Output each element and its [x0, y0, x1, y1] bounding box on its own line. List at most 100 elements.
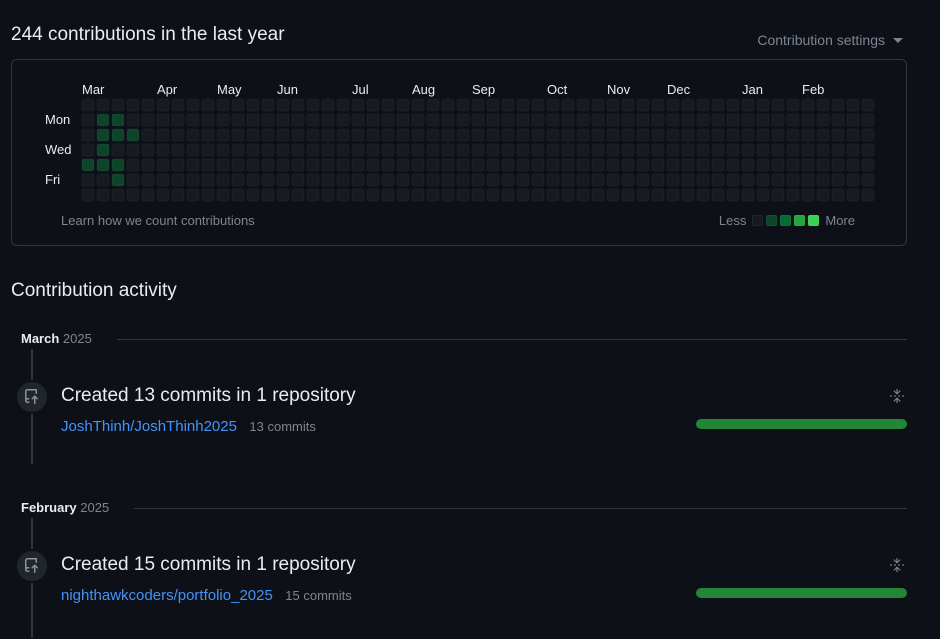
contribution-day[interactable]: [681, 98, 695, 112]
contribution-day[interactable]: [171, 98, 185, 112]
contribution-day[interactable]: [216, 143, 230, 157]
contribution-day[interactable]: [666, 143, 680, 157]
contribution-day[interactable]: [336, 98, 350, 112]
contribution-day[interactable]: [441, 113, 455, 127]
contribution-day[interactable]: [711, 98, 725, 112]
contribution-day[interactable]: [681, 128, 695, 142]
contribution-day[interactable]: [786, 128, 800, 142]
contribution-day[interactable]: [756, 128, 770, 142]
contribution-day[interactable]: [96, 143, 110, 157]
contribution-day[interactable]: [336, 158, 350, 172]
contribution-day[interactable]: [636, 143, 650, 157]
contribution-day[interactable]: [366, 128, 380, 142]
contribution-day[interactable]: [831, 98, 845, 112]
contribution-day[interactable]: [531, 128, 545, 142]
contribution-day[interactable]: [96, 158, 110, 172]
contribution-day[interactable]: [201, 188, 215, 202]
contribution-day[interactable]: [126, 143, 140, 157]
contribution-day[interactable]: [546, 143, 560, 157]
contribution-day[interactable]: [561, 98, 575, 112]
contribution-day[interactable]: [801, 143, 815, 157]
contribution-day[interactable]: [246, 128, 260, 142]
contribution-day[interactable]: [111, 98, 125, 112]
contribution-day[interactable]: [651, 143, 665, 157]
contribution-day[interactable]: [501, 98, 515, 112]
contribution-day[interactable]: [486, 173, 500, 187]
contribution-day[interactable]: [336, 113, 350, 127]
contribution-day[interactable]: [321, 143, 335, 157]
contribution-day[interactable]: [126, 98, 140, 112]
contribution-day[interactable]: [81, 188, 95, 202]
contribution-day[interactable]: [456, 143, 470, 157]
contribution-day[interactable]: [816, 143, 830, 157]
contribution-day[interactable]: [846, 128, 860, 142]
contribution-day[interactable]: [786, 113, 800, 127]
contribution-day[interactable]: [96, 113, 110, 127]
contribution-day[interactable]: [261, 173, 275, 187]
contribution-day[interactable]: [756, 98, 770, 112]
contribution-day[interactable]: [411, 98, 425, 112]
contribution-day[interactable]: [741, 173, 755, 187]
contribution-day[interactable]: [261, 143, 275, 157]
contribution-day[interactable]: [321, 158, 335, 172]
contribution-day[interactable]: [561, 188, 575, 202]
contribution-day[interactable]: [366, 188, 380, 202]
contribution-day[interactable]: [351, 158, 365, 172]
contribution-day[interactable]: [96, 173, 110, 187]
contribution-day[interactable]: [531, 143, 545, 157]
contribution-day[interactable]: [216, 173, 230, 187]
repo-link[interactable]: nighthawkcoders/portfolio_2025: [61, 587, 273, 604]
contribution-day[interactable]: [291, 98, 305, 112]
contribution-day[interactable]: [81, 158, 95, 172]
contribution-day[interactable]: [186, 158, 200, 172]
contribution-day[interactable]: [606, 188, 620, 202]
contribution-day[interactable]: [111, 158, 125, 172]
contribution-day[interactable]: [471, 188, 485, 202]
contribution-day[interactable]: [276, 128, 290, 142]
contribution-day[interactable]: [801, 98, 815, 112]
contribution-day[interactable]: [276, 158, 290, 172]
contribution-day[interactable]: [486, 188, 500, 202]
contribution-day[interactable]: [171, 173, 185, 187]
contribution-day[interactable]: [471, 173, 485, 187]
contribution-day[interactable]: [231, 98, 245, 112]
contribution-day[interactable]: [396, 128, 410, 142]
contribution-day[interactable]: [111, 188, 125, 202]
contribution-day[interactable]: [321, 98, 335, 112]
contribution-day[interactable]: [141, 113, 155, 127]
contribution-day[interactable]: [201, 113, 215, 127]
contribution-day[interactable]: [396, 143, 410, 157]
contribution-day[interactable]: [861, 128, 875, 142]
contribution-day[interactable]: [381, 128, 395, 142]
contribution-day[interactable]: [396, 158, 410, 172]
learn-contributions-link[interactable]: Learn how we count contributions: [61, 213, 255, 228]
contribution-day[interactable]: [696, 158, 710, 172]
contribution-day[interactable]: [366, 98, 380, 112]
contribution-day[interactable]: [531, 158, 545, 172]
contribution-day[interactable]: [771, 98, 785, 112]
contribution-day[interactable]: [246, 188, 260, 202]
contribution-day[interactable]: [576, 128, 590, 142]
contribution-day[interactable]: [681, 143, 695, 157]
contribution-day[interactable]: [411, 128, 425, 142]
contribution-day[interactable]: [471, 113, 485, 127]
contribution-day[interactable]: [576, 113, 590, 127]
contribution-day[interactable]: [756, 173, 770, 187]
contribution-day[interactable]: [261, 128, 275, 142]
contribution-day[interactable]: [141, 98, 155, 112]
contribution-day[interactable]: [696, 173, 710, 187]
contribution-day[interactable]: [711, 113, 725, 127]
contribution-day[interactable]: [621, 173, 635, 187]
contribution-day[interactable]: [456, 158, 470, 172]
contribution-day[interactable]: [156, 188, 170, 202]
contribution-day[interactable]: [216, 113, 230, 127]
contribution-day[interactable]: [291, 113, 305, 127]
contribution-day[interactable]: [801, 188, 815, 202]
contribution-day[interactable]: [546, 158, 560, 172]
contribution-day[interactable]: [366, 173, 380, 187]
contribution-day[interactable]: [846, 173, 860, 187]
contribution-day[interactable]: [591, 128, 605, 142]
contribution-day[interactable]: [336, 128, 350, 142]
contribution-day[interactable]: [801, 128, 815, 142]
contribution-day[interactable]: [621, 158, 635, 172]
